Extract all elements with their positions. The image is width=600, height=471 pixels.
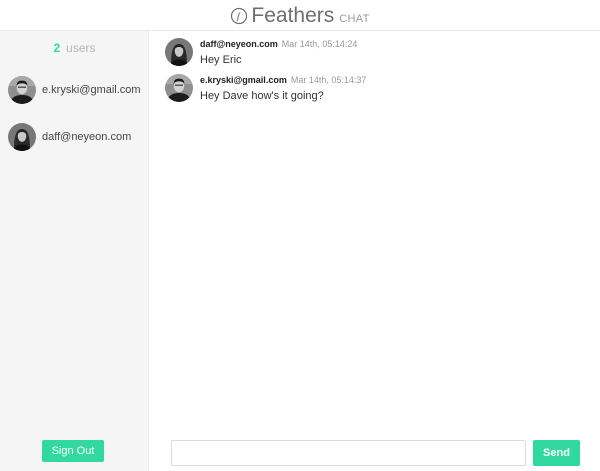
message-text: Hey Eric xyxy=(200,54,242,66)
message-body: daff@neyeon.com Mar 14th, 05:14:24 Hey Er… xyxy=(200,38,357,67)
message-timestamp: Mar 14th, 05:14:37 xyxy=(290,75,367,85)
message-meta: daff@neyeon.com Mar 14th, 05:14:24 xyxy=(200,39,357,50)
app-header: Feathers CHAT xyxy=(0,0,600,31)
user-sidebar: 2 users e.kryski@gmail.com daff@neyeon.c… xyxy=(0,31,149,471)
user-count-number: 2 xyxy=(53,41,61,55)
avatar-long-hair-photo xyxy=(8,123,36,151)
avatar-dark-hair-photo xyxy=(165,74,193,102)
user-list: e.kryski@gmail.com daff@neyeon.com xyxy=(8,75,148,169)
send-button[interactable]: Send xyxy=(533,440,580,466)
message-author: daff@neyeon.com xyxy=(200,39,278,49)
message-text: Hey Dave how's it going? xyxy=(200,90,324,102)
chat-message: daff@neyeon.com Mar 14th, 05:14:24 Hey Er… xyxy=(165,38,357,67)
user-count: 2 users xyxy=(0,41,149,55)
message-timestamp: Mar 14th, 05:14:24 xyxy=(281,39,358,49)
user-count-label: users xyxy=(66,41,96,55)
avatar-dark-hair-photo xyxy=(8,76,36,104)
avatar-long-hair-photo xyxy=(165,38,193,66)
chat-app: Feathers CHAT 2 users e.kryski@gmail.com… xyxy=(0,0,600,471)
app-subtitle: CHAT xyxy=(339,13,370,25)
user-email: daff@neyeon.com xyxy=(42,131,132,143)
sign-out-button[interactable]: Sign Out xyxy=(42,440,104,462)
user-email: e.kryski@gmail.com xyxy=(42,84,141,96)
chat-panel: daff@neyeon.com Mar 14th, 05:14:24 Hey Er… xyxy=(150,31,600,471)
message-input[interactable] xyxy=(171,440,526,466)
user-list-item[interactable]: daff@neyeon.com xyxy=(8,122,148,152)
user-list-item[interactable]: e.kryski@gmail.com xyxy=(8,75,148,105)
message-author: e.kryski@gmail.com xyxy=(200,75,287,85)
message-meta: e.kryski@gmail.com Mar 14th, 05:14:37 xyxy=(200,75,366,86)
chat-message: e.kryski@gmail.com Mar 14th, 05:14:37 Hey… xyxy=(165,74,366,103)
message-body: e.kryski@gmail.com Mar 14th, 05:14:37 Hey… xyxy=(200,74,366,103)
brand-logo: Feathers CHAT xyxy=(230,5,369,27)
app-title: Feathers xyxy=(251,4,335,27)
feather-circle-icon xyxy=(231,7,248,25)
